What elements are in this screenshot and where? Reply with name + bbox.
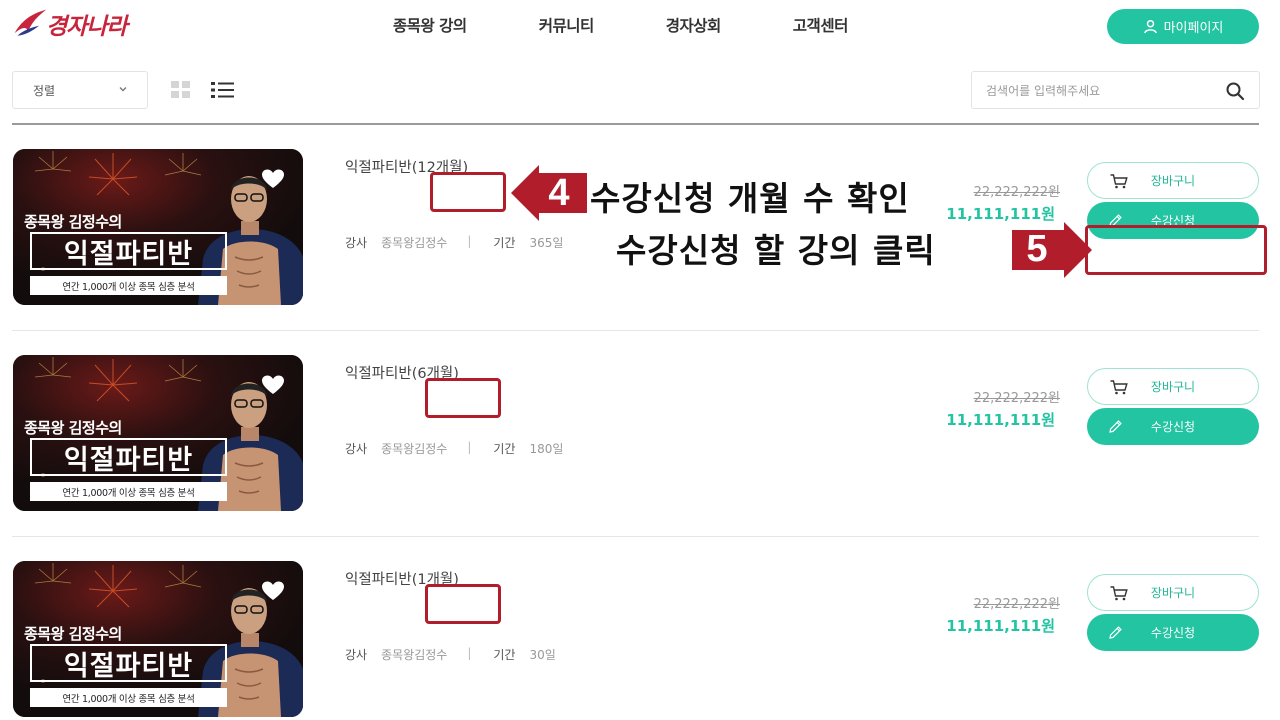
- grid-view-icon[interactable]: [171, 81, 191, 99]
- period-value: 30일: [529, 648, 556, 662]
- step-5-number: 5: [1026, 227, 1048, 270]
- meta-separator: |: [467, 234, 472, 248]
- period-value: 365일: [529, 236, 564, 250]
- row-separator: [12, 536, 1259, 537]
- heart-icon: [262, 375, 284, 394]
- cart-label: 장바구니: [1150, 586, 1196, 600]
- search-box: [971, 71, 1260, 109]
- instructor-name: 종목왕김정수: [381, 442, 448, 456]
- thumbnail-main-title: 익절파티반: [30, 232, 227, 270]
- search-icon[interactable]: [1225, 81, 1245, 101]
- sale-price: 11,111,111원: [946, 617, 1055, 635]
- course-row: 종목왕 김정수의 익절파티반 연간 1,000개 이상 종목 심층 분석 익절파…: [0, 330, 1280, 536]
- course-meta: 강사 종목왕김정수 | 기간 30일: [345, 646, 556, 663]
- instructor-name: 종목왕김정수: [381, 648, 448, 662]
- chevron-down-icon: [119, 87, 127, 92]
- heart-icon: [262, 581, 284, 600]
- highlight-box-12-months: [430, 172, 506, 212]
- course-meta: 강사 종목왕김정수 | 기간 180일: [345, 440, 563, 457]
- instructor-label: 강사: [345, 442, 368, 456]
- site-logo[interactable]: 경자나라: [12, 4, 172, 44]
- meta-separator: |: [467, 440, 472, 454]
- period-label: 기간: [493, 442, 516, 456]
- step-5-caption: 수강신청 할 강의 클릭: [616, 224, 936, 272]
- course-meta: 강사 종목왕김정수 | 기간 365일: [345, 234, 563, 251]
- highlight-box-1-month: [425, 584, 501, 624]
- original-price: 22,222,222원: [973, 185, 1060, 200]
- mypage-label: 마이페이지: [1163, 21, 1224, 36]
- step-4-number: 4: [548, 171, 570, 214]
- period-label: 기간: [493, 236, 516, 250]
- enroll-button[interactable]: 수강신청: [1087, 614, 1259, 651]
- period-label: 기간: [493, 648, 516, 662]
- enroll-label: 수강신청: [1150, 420, 1196, 434]
- logo-bird-icon: [14, 9, 47, 36]
- meta-separator: |: [467, 646, 472, 660]
- course-thumbnail[interactable]: 종목왕 김정수의 익절파티반 연간 1,000개 이상 종목 심층 분석: [13, 149, 303, 305]
- top-header: 경자나라 종목왕 강의 커뮤니티 경자상회 고객센터 마이페이지: [0, 0, 1280, 58]
- cart-icon: [1110, 174, 1128, 189]
- thumbnail-subtitle: 종목왕 김정수의: [24, 419, 122, 437]
- thumbnail-subtitle: 종목왕 김정수의: [24, 625, 122, 643]
- enroll-button[interactable]: 수강신청: [1087, 408, 1259, 445]
- heart-icon: [262, 169, 284, 188]
- sale-price: 11,111,111원: [946, 205, 1055, 223]
- pencil-icon: [1109, 420, 1122, 433]
- period-value: 180일: [529, 442, 564, 456]
- thumbnail-tagline: 연간 1,000개 이상 종목 심층 분석: [30, 482, 227, 501]
- add-to-cart-button[interactable]: 장바구니: [1087, 368, 1259, 405]
- nav-item-support[interactable]: 고객센터: [793, 14, 849, 36]
- thumbnail-main-title: 익절파티반: [30, 438, 227, 476]
- add-to-cart-button[interactable]: 장바구니: [1087, 162, 1259, 199]
- cart-label: 장바구니: [1150, 380, 1196, 394]
- highlight-box-6-months: [425, 378, 501, 418]
- step-4-caption: 수강신청 개월 수 확인: [590, 179, 910, 218]
- cart-label: 장바구니: [1150, 174, 1196, 188]
- nav-item-shop[interactable]: 경자상회: [666, 14, 722, 36]
- instructor-name: 종목왕김정수: [381, 236, 448, 250]
- thumbnail-main-title: 익절파티반: [30, 644, 227, 682]
- original-price: 22,222,222원: [973, 391, 1060, 406]
- thumbnail-tagline: 연간 1,000개 이상 종목 심층 분석: [30, 688, 227, 707]
- cart-icon: [1110, 586, 1128, 601]
- course-thumbnail[interactable]: 종목왕 김정수의 익절파티반 연간 1,000개 이상 종목 심층 분석: [13, 561, 303, 717]
- course-thumbnail[interactable]: 종목왕 김정수의 익절파티반 연간 1,000개 이상 종목 심층 분석: [13, 355, 303, 511]
- row-separator: [12, 330, 1259, 331]
- user-icon: [1143, 19, 1157, 34]
- course-row: 종목왕 김정수의 익절파티반 연간 1,000개 이상 종목 심층 분석 익절파…: [0, 536, 1280, 720]
- nav-item-lecture[interactable]: 종목왕 강의: [393, 14, 467, 36]
- pencil-icon: [1109, 626, 1122, 639]
- thumbnail-tagline: 연간 1,000개 이상 종목 심층 분석: [30, 276, 227, 295]
- mypage-button[interactable]: 마이페이지: [1107, 9, 1259, 44]
- sort-label: 정렬: [33, 83, 56, 98]
- main-nav: 종목왕 강의 커뮤니티 경자상회 고객센터: [393, 14, 920, 36]
- original-price: 22,222,222원: [973, 597, 1060, 612]
- add-to-cart-button[interactable]: 장바구니: [1087, 574, 1259, 611]
- cart-icon: [1110, 380, 1128, 395]
- nav-item-community[interactable]: 커뮤니티: [539, 14, 595, 36]
- sort-dropdown[interactable]: 정렬: [12, 71, 148, 109]
- logo-text: 경자나라: [46, 13, 128, 40]
- thumbnail-subtitle: 종목왕 김정수의: [24, 213, 122, 231]
- enroll-label: 수강신청: [1150, 626, 1196, 640]
- instructor-label: 강사: [345, 648, 368, 662]
- sale-price: 11,111,111원: [946, 411, 1055, 429]
- highlight-box-enroll-button: [1085, 225, 1267, 275]
- list-view-icon[interactable]: [211, 81, 235, 99]
- instructor-label: 강사: [345, 236, 368, 250]
- search-input[interactable]: [986, 81, 1216, 101]
